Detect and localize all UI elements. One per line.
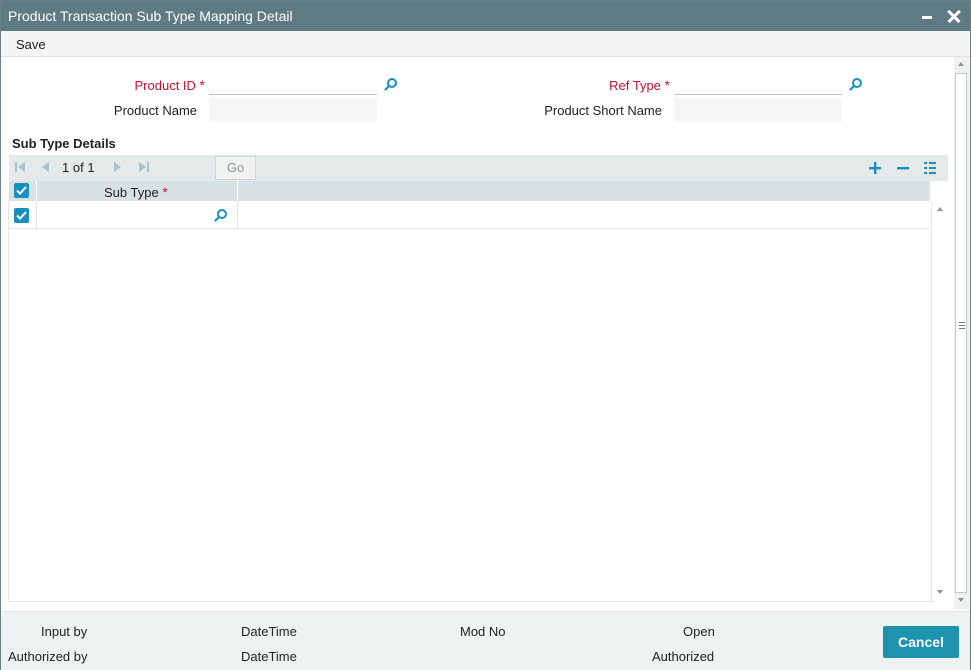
save-button[interactable]: Save xyxy=(16,37,46,52)
ref-type-label-text: Ref Type xyxy=(609,78,661,93)
scroll-down-icon[interactable] xyxy=(958,598,964,602)
pager-total: 1 xyxy=(87,160,95,175)
title-bar: Product Transaction Sub Type Mapping Det… xyxy=(1,1,970,31)
window-title: Product Transaction Sub Type Mapping Det… xyxy=(8,8,293,24)
column-divider xyxy=(237,201,238,228)
row-checkbox[interactable] xyxy=(14,208,29,223)
product-id-input[interactable] xyxy=(209,71,377,95)
list-view-icon[interactable] xyxy=(922,160,938,176)
next-page-icon[interactable] xyxy=(111,160,125,174)
grid-scrollbar[interactable] xyxy=(931,201,949,601)
go-button[interactable]: Go xyxy=(215,156,256,180)
ref-type-input[interactable] xyxy=(674,71,842,95)
scroll-up-icon[interactable] xyxy=(958,62,964,66)
authorized-by-label: Authorized by xyxy=(8,649,88,664)
product-name-field xyxy=(209,98,377,122)
dialog-window: Product Transaction Sub Type Mapping Det… xyxy=(0,0,971,670)
pager-current: 1 xyxy=(62,160,70,175)
required-mark: * xyxy=(199,77,205,93)
scrollbar-thumb[interactable] xyxy=(955,73,967,593)
last-page-icon[interactable] xyxy=(137,160,151,174)
product-id-search-icon[interactable] xyxy=(384,77,398,91)
product-short-name-label: Product Short Name xyxy=(544,103,662,118)
sub-type-search-icon[interactable] xyxy=(214,208,228,222)
grid-border xyxy=(8,201,9,601)
required-mark: * xyxy=(664,77,670,93)
delete-row-icon[interactable] xyxy=(895,160,911,176)
grid-border xyxy=(8,601,933,602)
sub-type-input[interactable] xyxy=(39,203,214,225)
add-row-icon[interactable] xyxy=(867,160,883,176)
ref-type-label: Ref Type * xyxy=(609,77,670,93)
ref-type-search-icon[interactable] xyxy=(849,77,863,91)
scroll-down-icon[interactable] xyxy=(937,590,943,594)
required-mark: * xyxy=(162,184,168,200)
product-short-name-field xyxy=(674,98,842,122)
checkmark-icon xyxy=(16,186,27,195)
datetime-label: DateTime xyxy=(241,624,297,639)
section-title: Sub Type Details xyxy=(12,136,116,151)
mod-no-label: Mod No xyxy=(460,624,506,639)
grid-toolbar: 1 of 1 Go xyxy=(9,155,948,181)
product-name-label: Product Name xyxy=(113,103,197,118)
footer: Input by Authorized by DateTime DateTime… xyxy=(1,611,970,670)
checkmark-icon xyxy=(16,211,27,220)
minimize-icon[interactable] xyxy=(917,5,939,27)
product-id-label-text: Product ID xyxy=(134,78,196,93)
previous-page-icon[interactable] xyxy=(38,160,52,174)
open-label: Open xyxy=(683,624,715,639)
sub-type-header-text: Sub Type xyxy=(104,185,159,200)
table-row xyxy=(9,201,930,229)
authorized-label: Authorized xyxy=(652,649,715,664)
sub-type-column-header: Sub Type * xyxy=(104,184,168,200)
pager-of: of xyxy=(72,160,84,175)
product-id-label: Product ID * xyxy=(135,77,206,93)
input-by-label: Input by xyxy=(41,624,88,639)
grip-line xyxy=(959,325,965,326)
cancel-button[interactable]: Cancel xyxy=(883,626,959,658)
first-page-icon[interactable] xyxy=(13,160,27,174)
column-divider xyxy=(237,181,238,201)
menu-bar: Save xyxy=(1,31,970,57)
pager-text: 1 of 1 xyxy=(62,160,95,175)
close-icon[interactable] xyxy=(944,5,966,27)
select-all-checkbox[interactable] xyxy=(14,183,29,198)
datetime-label: DateTime xyxy=(241,649,297,664)
grip-line xyxy=(959,328,965,329)
column-divider xyxy=(36,181,37,201)
page-scrollbar[interactable] xyxy=(954,57,969,609)
scroll-up-icon[interactable] xyxy=(937,207,943,211)
grip-line xyxy=(959,322,965,323)
column-divider xyxy=(36,201,37,228)
grid-header: Sub Type * xyxy=(9,181,930,201)
